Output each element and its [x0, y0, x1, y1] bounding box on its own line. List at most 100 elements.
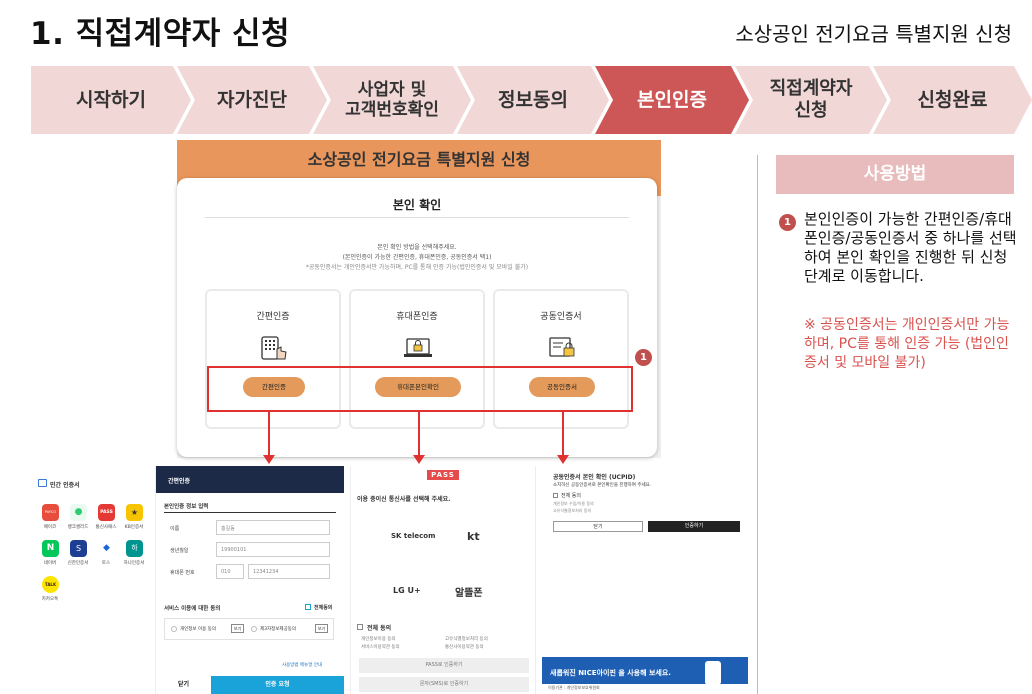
step-direct-contract-apply: 직접계약자 신청 [735, 66, 887, 134]
agree-item[interactable]: 서비스이용약관 동의 [361, 644, 400, 650]
view-button[interactable]: 보기 [231, 624, 244, 633]
simple-auth-form-title: 간편인증 [156, 466, 344, 493]
identity-desc-2: (본인인증이 가능한 간편인증, 휴대폰인증, 공동인증서 택1) [342, 254, 492, 261]
cert-panel-subtitle: 소지하신 공동인증서로 본인확인을 진행하여 주세요. [553, 483, 652, 488]
name-label: 이름 [170, 526, 180, 532]
private-cert-list: 민간 인증서 PAYCO 페이코 ● 뱅크샐러드 PASS 통신사패스 ★ KB… [28, 466, 156, 694]
step-start: 시작하기 [31, 66, 191, 134]
close-button[interactable]: 닫기 [156, 676, 211, 694]
guide-note: ※ 공동인증서는 개인인증서만 가능하며, PC를 통해 인증 가능 (법인인증… [804, 317, 1010, 371]
method-label: 공동인증서 [540, 312, 582, 322]
step-self-diagnosis: 자가진단 [177, 66, 327, 134]
input-section-title: 본인인증 정보 입력 [164, 504, 209, 510]
phone-label: 휴대폰 번호 [170, 570, 195, 576]
pass-logo: PASS [427, 470, 459, 480]
app-name: 네이버 [43, 561, 57, 566]
manual-link[interactable]: 사용방법 메뉴얼 안내 [282, 662, 322, 668]
arrow-down-icon [263, 455, 275, 464]
simple-auth-form: 간편인증 본인인증 정보 입력 이름 홍길동 생년월일 19900101 휴대폰… [156, 466, 344, 694]
name-field[interactable]: 홍길동 [216, 520, 330, 535]
agree-radio[interactable] [251, 626, 257, 632]
identity-desc-1: 본인 확인 방법을 선택해주세요. [377, 244, 457, 251]
carrier-lgu[interactable]: LG U+ [393, 586, 421, 595]
app-name: 신한인증서 [67, 561, 89, 566]
arrow-line [562, 412, 564, 455]
step-complete: 신청완료 [873, 66, 1032, 134]
agree-item: 제3자정보제공동의 [260, 627, 296, 632]
agree-item: 개인정보 이용 동의 [180, 627, 216, 632]
keypad-hand-icon [261, 336, 287, 360]
step-marker: 1 [635, 349, 652, 366]
arrow-down-icon [557, 455, 569, 464]
agree-all-checkbox[interactable] [357, 624, 363, 630]
carrier-skt[interactable]: SK telecom [391, 532, 435, 540]
agree-item[interactable]: 개인정보 수집/이용 동의 [553, 501, 594, 507]
identity-card-title: 본인 확인 [392, 198, 442, 212]
identity-desc-3: *공동인증서는 개인인증서만 가능하며, PC를 통해 인증 가능(법인인증서 … [305, 264, 529, 271]
pass-icon[interactable]: PASS [98, 504, 115, 521]
simple-auth-panel: 민간 인증서 PAYCO 페이코 ● 뱅크샐러드 PASS 통신사패스 ★ KB… [28, 466, 344, 694]
phone-field[interactable]: 12341234 [248, 564, 330, 579]
agree-item[interactable]: 고유식별정보처리 동의 [445, 636, 488, 642]
app-name: 토스 [101, 561, 111, 566]
guide-divider [757, 155, 758, 694]
arrow-line [418, 412, 420, 455]
app-name: 카카오톡 [41, 597, 59, 602]
carrier-kt[interactable]: kt [467, 530, 480, 543]
view-button[interactable]: 보기 [315, 624, 328, 633]
sms-auth-button[interactable]: 문자(SMS)로 인증하기 [359, 677, 529, 692]
certificate-lock-icon [549, 337, 575, 357]
app-name: 하나인증서 [123, 561, 145, 566]
step-bar: 시작하기 자가진단 사업자 및 고객번호확인 정보동의 본인인증 직접계약자 신… [31, 66, 1032, 134]
agree-radio[interactable] [171, 626, 177, 632]
shinhan-icon[interactable]: S [70, 540, 87, 557]
guide-text: 본인인증이 가능한 간편인증/휴대폰인증/공동인증서 중 하나를 선택하여 본인… [804, 210, 1017, 285]
agree-item[interactable]: 개인정보이용 동의 [361, 636, 396, 642]
app-name: 통신사패스 [95, 525, 117, 530]
agree-all-label: 전체 동의 [367, 625, 392, 632]
agree-item[interactable]: 고유식별정보처리 동의 [553, 508, 591, 514]
nice-banner: 새롭워진 NICE아이핀 을 사용해 보세요. [550, 669, 671, 677]
nice-footer: 이용기관 : 개인정보보호위원회 [548, 685, 600, 690]
toss-icon[interactable]: ◆ [98, 540, 115, 557]
nice-ipin-panel: 새롭워진 NICE아이핀 을 사용해 보세요. 이용기관 : 개인정보보호위원회 [542, 657, 748, 694]
app-name: 뱅크샐러드 [67, 525, 89, 530]
agree-all-checkbox[interactable] [305, 604, 311, 610]
birth-field[interactable]: 19900101 [216, 542, 330, 557]
pass-auth-button[interactable]: PASS로 인증하기 [359, 658, 529, 673]
page-subtitle: 소상공인 전기요금 특별지원 신청 [735, 22, 1012, 46]
divider [164, 512, 336, 513]
method-label: 휴대폰인증 [396, 312, 438, 322]
naver-icon[interactable]: N [42, 540, 59, 557]
cert-confirm-button[interactable]: 인증하기 [648, 521, 740, 532]
agree-all-label: 전체동의 [314, 605, 333, 611]
kakaotalk-icon[interactable]: TALK [42, 576, 59, 593]
cert-close-button[interactable]: 닫기 [553, 521, 643, 532]
hana-icon[interactable]: 하 [126, 540, 143, 557]
phone-prefix-select[interactable]: 010 [216, 564, 244, 579]
step-business-customer-check: 사업자 및 고객번호확인 [313, 66, 471, 134]
agree-item[interactable]: 통신사이용약관 동의 [445, 644, 484, 650]
payco-icon[interactable]: PAYCO [42, 504, 59, 521]
laptop-lock-icon [404, 338, 432, 357]
guide-header: 사용방법 [776, 155, 1014, 194]
pass-panel: PASS 이용 중이신 통신사를 선택해 주세요. SK telecom kt … [350, 466, 536, 694]
page-title: 1. 직접계약자 신청 [30, 16, 291, 52]
method-label: 간편인증 [256, 312, 290, 322]
step-info-consent: 정보동의 [457, 66, 609, 134]
app-name: 페이코 [43, 525, 57, 530]
carrier-prompt: 이용 중이신 통신사를 선택해 주세요. [357, 496, 451, 503]
cert-panel-title: 공동인증서 본인 확인 (UCPID) [553, 474, 636, 481]
guide-marker: 1 [779, 214, 796, 231]
request-auth-button[interactable]: 인증 요청 [211, 676, 344, 694]
private-cert-title: 민간 인증서 [50, 482, 80, 489]
birth-label: 생년월일 [170, 548, 189, 554]
arrow-line [268, 412, 270, 455]
kb-icon[interactable]: ★ [126, 504, 143, 521]
agree-section-title: 서비스 이용에 대한 동의 [164, 606, 221, 612]
agree-all-checkbox[interactable] [553, 493, 558, 498]
banksalad-icon[interactable]: ● [70, 504, 87, 521]
phone-icon [705, 661, 721, 685]
carrier-mvno[interactable]: 알뜰폰 [455, 584, 483, 599]
divider [205, 217, 629, 218]
